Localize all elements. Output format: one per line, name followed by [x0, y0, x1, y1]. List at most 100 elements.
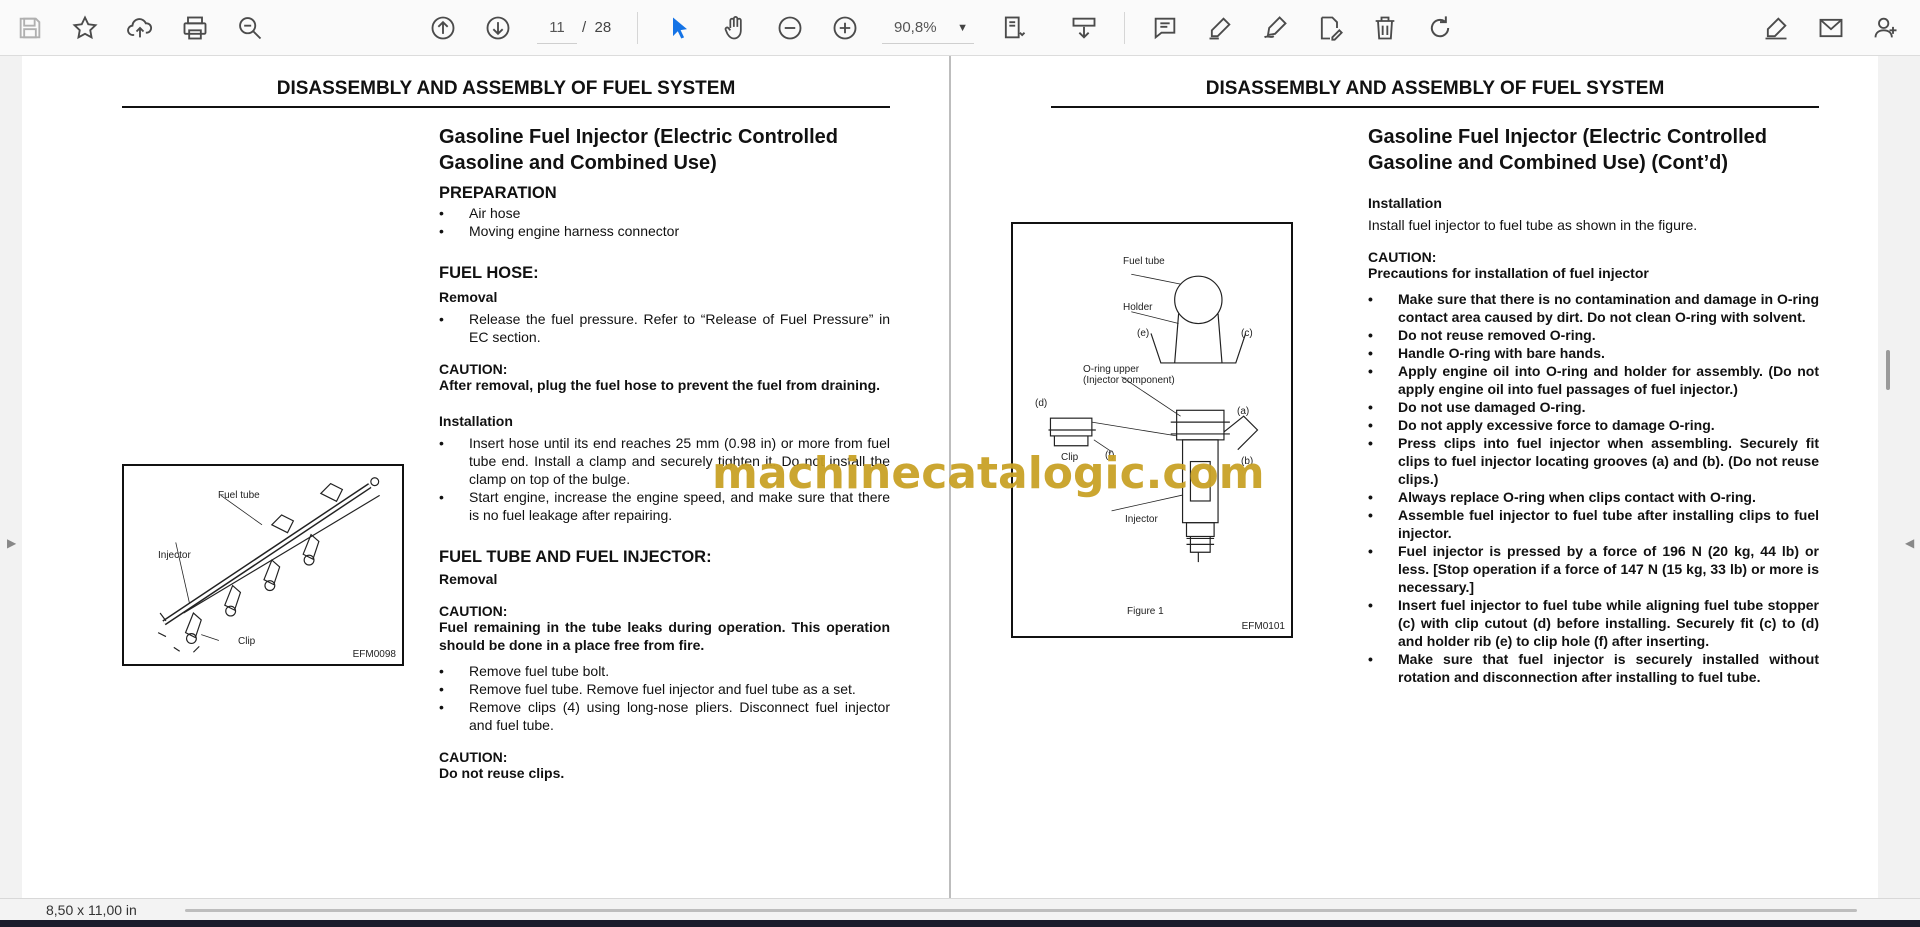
- removal-list: Release the fuel pressure. Refer to “Rel…: [439, 310, 890, 346]
- figure-code: EFM0101: [1241, 621, 1285, 632]
- rotate-icon[interactable]: [1420, 8, 1460, 48]
- label-e: (e): [1137, 328, 1150, 339]
- installation-text: Install fuel injector to fuel tube as sh…: [1368, 217, 1698, 233]
- installation-heading: Installation: [439, 413, 513, 429]
- fuel-tube-figure: Fuel tube Injector Clip EFM0098: [122, 464, 404, 666]
- injector-figure: Fuel tube Holder (e) (c) O-ring upper (I…: [1011, 222, 1293, 638]
- chevron-left-icon: ◀: [1905, 536, 1915, 550]
- fit-page-icon[interactable]: [994, 8, 1034, 48]
- save-icon[interactable]: [10, 8, 50, 48]
- fuel-tube-heading: FUEL TUBE AND FUEL INJECTOR:: [439, 548, 712, 566]
- list-item: Remove fuel tube bolt.: [439, 662, 890, 680]
- watermark-text: machinecatalogic.com: [712, 448, 1265, 499]
- preparation-list: Air hose Moving engine harness connector: [439, 204, 890, 240]
- injector-label: Injector: [158, 550, 191, 561]
- draw-icon[interactable]: [1255, 8, 1295, 48]
- figure-caption: Figure 1: [1127, 606, 1164, 617]
- list-item: Handle O-ring with bare hands.: [1368, 344, 1819, 362]
- list-item: Fuel injector is pressed by a force of 1…: [1368, 542, 1819, 596]
- chevron-down-icon: ▼: [957, 22, 968, 34]
- page-up-icon[interactable]: [423, 8, 463, 48]
- chevron-right-icon: ▶: [7, 536, 17, 550]
- injector-component-label: (Injector component): [1083, 375, 1175, 386]
- list-item: Moving engine harness connector: [439, 222, 890, 240]
- fuel-tube-label: Fuel tube: [1123, 256, 1165, 267]
- print-icon[interactable]: [175, 8, 215, 48]
- zoom-out-icon[interactable]: [770, 8, 810, 48]
- page-size-label: 8,50 x 11,00 in: [46, 902, 137, 918]
- section-title: Gasoline Fuel Injector (Electric Control…: [1368, 126, 1767, 174]
- removal-heading: Removal: [439, 571, 498, 587]
- fuel-hose-heading: FUEL HOSE:: [439, 264, 539, 282]
- status-bar: 8,50 x 11,00 in: [0, 898, 1920, 920]
- taskbar-strip: [0, 920, 1920, 927]
- removal-heading: Removal: [439, 289, 498, 305]
- list-item: Remove clips (4) using long-nose pliers.…: [439, 698, 890, 734]
- stamp-icon[interactable]: [1310, 8, 1350, 48]
- list-item: Press clips into fuel injector when asse…: [1368, 434, 1819, 488]
- list-item: Remove fuel tube. Remove fuel injector a…: [439, 680, 890, 698]
- preparation-heading: PREPARATION: [439, 184, 557, 202]
- zoom-search-icon[interactable]: [230, 8, 270, 48]
- bookmark-star-icon[interactable]: [65, 8, 105, 48]
- caution-text: Fuel remaining in the tube leaks during …: [439, 619, 890, 653]
- fuel-tube-label: Fuel tube: [218, 490, 260, 501]
- right-page-text: Gasoline Fuel Injector (Electric Control…: [1368, 124, 1819, 686]
- scroll-mode-icon[interactable]: [1064, 8, 1104, 48]
- page-header: DISASSEMBLY AND ASSEMBLY OF FUEL SYSTEM: [276, 78, 736, 99]
- page-separator: /: [582, 19, 587, 36]
- vertical-scrollbar-thumb[interactable]: [1886, 350, 1890, 390]
- label-c: (c): [1241, 328, 1253, 339]
- caution-text: Do not reuse clips.: [439, 765, 565, 781]
- injector-label: Injector: [1125, 514, 1158, 525]
- zoom-in-icon[interactable]: [825, 8, 865, 48]
- page-header: DISASSEMBLY AND ASSEMBLY OF FUEL SYSTEM: [1205, 78, 1665, 99]
- toolbar-separator: [637, 12, 638, 44]
- holder-label: Holder: [1123, 302, 1153, 313]
- hand-icon[interactable]: [715, 8, 755, 48]
- caution-subheading: Precautions for installation of fuel inj…: [1368, 265, 1649, 281]
- highlight-pen-icon[interactable]: [1200, 8, 1240, 48]
- list-item: Do not apply excessive force to damage O…: [1368, 416, 1819, 434]
- add-user-icon[interactable]: [1866, 8, 1906, 48]
- page-count: / 28: [582, 12, 611, 44]
- zoom-value: 90,8%: [894, 19, 937, 36]
- label-a: (a): [1237, 406, 1250, 417]
- header-rule: [1051, 106, 1819, 108]
- caution-text: After removal, plug the fuel hose to pre…: [439, 377, 881, 393]
- installation-heading: Installation: [1368, 195, 1442, 211]
- mail-icon[interactable]: [1811, 8, 1851, 48]
- horizontal-scrollbar[interactable]: [185, 909, 1857, 912]
- page-down-icon[interactable]: [478, 8, 518, 48]
- clip-label: Clip: [238, 636, 256, 647]
- left-panel-toggle[interactable]: ▶: [0, 56, 22, 898]
- total-pages: 28: [594, 19, 612, 36]
- page-number-input[interactable]: 11: [537, 12, 577, 44]
- label-d: (d): [1035, 398, 1048, 409]
- list-item: Apply engine oil into O-ring and holder …: [1368, 362, 1819, 398]
- figure-code: EFM0098: [352, 649, 396, 660]
- list-item: Release the fuel pressure. Refer to “Rel…: [439, 310, 890, 346]
- comment-icon[interactable]: [1145, 8, 1185, 48]
- toolbar-separator: [1124, 12, 1125, 44]
- list-item: Make sure that there is no contamination…: [1368, 290, 1819, 326]
- select-cursor-icon[interactable]: [660, 8, 700, 48]
- upload-cloud-icon[interactable]: [120, 8, 160, 48]
- list-item: Do not reuse removed O-ring.: [1368, 326, 1819, 344]
- oring-upper-label: O-ring upper: [1083, 364, 1140, 375]
- list-item: Insert fuel injector to fuel tube while …: [1368, 596, 1819, 650]
- delete-icon[interactable]: [1365, 8, 1405, 48]
- list-item: Do not use damaged O-ring.: [1368, 398, 1819, 416]
- fuel-tube-removal-list: Remove fuel tube bolt. Remove fuel tube.…: [439, 662, 890, 734]
- toolbar: 11 / 28 90,8% ▼: [0, 0, 1920, 56]
- list-item: Air hose: [439, 204, 890, 222]
- section-title: Gasoline Fuel Injector (Electric Control…: [439, 126, 838, 174]
- list-item: Always replace O-ring when clips contact…: [1368, 488, 1819, 506]
- list-item: Make sure that fuel injector is securely…: [1368, 650, 1819, 686]
- fill-sign-icon[interactable]: [1756, 8, 1796, 48]
- precautions-list: Make sure that there is no contamination…: [1368, 290, 1819, 686]
- zoom-dropdown[interactable]: 90,8% ▼: [882, 12, 974, 44]
- list-item: Assemble fuel injector to fuel tube afte…: [1368, 506, 1819, 542]
- right-panel-toggle[interactable]: ◀: [1878, 56, 1920, 898]
- header-rule: [122, 106, 890, 108]
